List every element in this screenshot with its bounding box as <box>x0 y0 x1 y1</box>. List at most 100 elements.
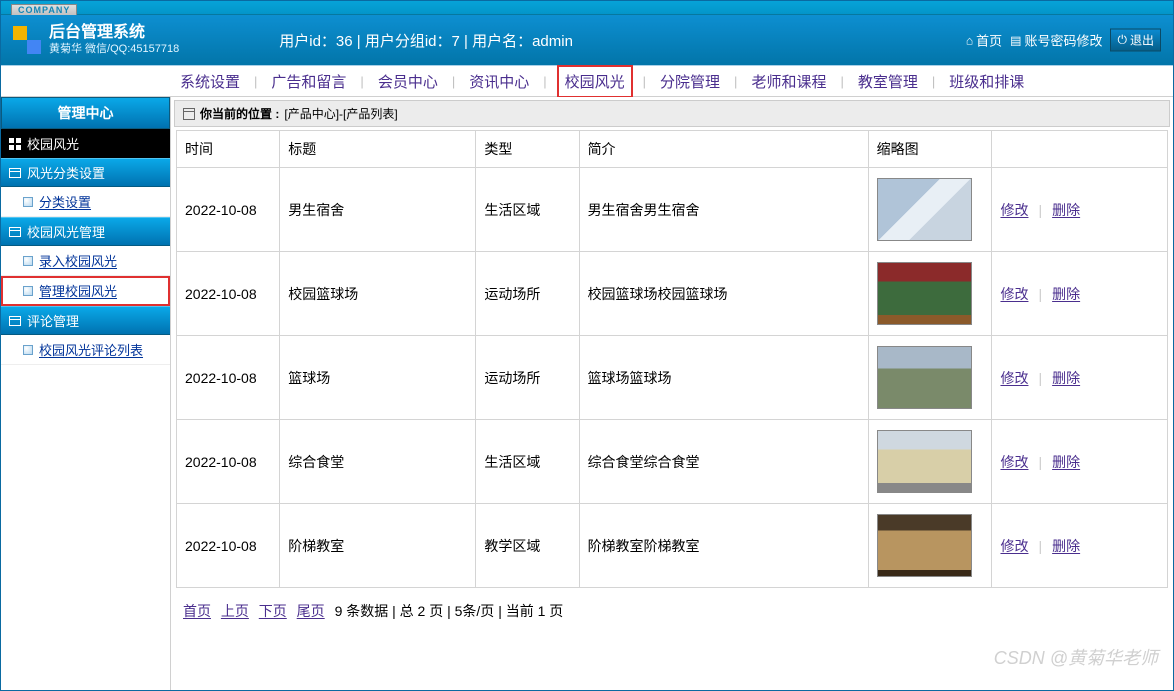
pager-next[interactable]: 下页 <box>259 603 287 619</box>
sidebar-group-header[interactable]: 风光分类设置 <box>1 158 170 187</box>
edit-link[interactable]: 修改 <box>1000 202 1028 218</box>
folder-icon <box>9 168 21 178</box>
cell-time: 2022-10-08 <box>177 504 280 588</box>
topnav-item[interactable]: 广告和留言 <box>267 71 350 92</box>
cell-intro: 综合食堂综合食堂 <box>579 420 868 504</box>
topnav-item[interactable]: 系统设置 <box>176 71 244 92</box>
folder-icon <box>9 227 21 237</box>
cell-intro: 阶梯教室阶梯教室 <box>579 504 868 588</box>
bullet-icon <box>23 197 33 207</box>
table-row: 2022-10-08综合食堂生活区域综合食堂综合食堂修改|删除 <box>177 420 1168 504</box>
account-link[interactable]: ▤账号密码修改 <box>1010 31 1102 50</box>
topnav-item[interactable]: 校园风光 <box>557 65 633 98</box>
cell-time: 2022-10-08 <box>177 168 280 252</box>
sidebar-current-label: 校园风光 <box>27 134 79 153</box>
logout-icon: ⏻ <box>1117 33 1127 48</box>
cell-actions: 修改|删除 <box>992 504 1168 588</box>
cell-intro: 校园篮球场校园篮球场 <box>579 252 868 336</box>
separator: | <box>1028 370 1052 386</box>
table-row: 2022-10-08校园篮球场运动场所校园篮球场校园篮球场 修改|删除 <box>177 252 1168 336</box>
thumbnail-image <box>877 178 972 241</box>
sidebar-link[interactable]: 录入校园风光 <box>39 251 117 270</box>
sidebar-link[interactable]: 管理校园风光 <box>39 281 117 300</box>
logout-button[interactable]: ⏻退出 <box>1110 29 1161 52</box>
grid-icon <box>9 138 21 150</box>
user-info: 用户id：36 | 用户分组id：7 | 用户名：admin <box>279 30 573 51</box>
pager-last[interactable]: 尾页 <box>297 603 325 619</box>
thumbnail-image <box>877 346 972 409</box>
edit-link[interactable]: 修改 <box>1000 286 1028 302</box>
column-header: 简介 <box>579 131 868 168</box>
table-row: 2022-10-08阶梯教室教学区域阶梯教室阶梯教室修改|删除 <box>177 504 1168 588</box>
delete-link[interactable]: 删除 <box>1052 286 1080 302</box>
cell-thumbnail <box>868 252 992 336</box>
column-header: 时间 <box>177 131 280 168</box>
delete-link[interactable]: 删除 <box>1052 538 1080 554</box>
sidebar-link[interactable]: 校园风光评论列表 <box>39 340 143 359</box>
cell-time: 2022-10-08 <box>177 336 280 420</box>
sidebar-group-header[interactable]: 校园风光管理 <box>1 217 170 246</box>
header: 后台管理系统 黄菊华 微信/QQ:45157718 用户id：36 | 用户分组… <box>1 15 1173 65</box>
home-link[interactable]: ⌂首页 <box>966 31 1002 50</box>
topnav-item[interactable]: 会员中心 <box>374 71 442 92</box>
home-icon: ⌂ <box>966 33 973 47</box>
delete-link[interactable]: 删除 <box>1052 202 1080 218</box>
cell-actions: 修改|删除 <box>992 252 1168 336</box>
sidebar: 管理中心 校园风光 风光分类设置分类设置校园风光管理录入校园风光管理校园风光评论… <box>1 97 171 690</box>
topnav-item[interactable]: 班级和排课 <box>945 71 1028 92</box>
titlebar: COMPANY <box>1 1 1173 15</box>
breadcrumb: 你当前的位置 : [产品中心]-[产品列表] <box>174 100 1170 127</box>
cell-thumbnail <box>868 504 992 588</box>
topnav-item[interactable]: 资讯中心 <box>465 71 533 92</box>
sidebar-link[interactable]: 分类设置 <box>39 192 91 211</box>
topnav-item[interactable]: 分院管理 <box>656 71 724 92</box>
pager-prev[interactable]: 上页 <box>221 603 249 619</box>
cell-thumbnail <box>868 420 992 504</box>
separator: | <box>1028 286 1052 302</box>
separator: | <box>360 74 363 89</box>
pager-info: 9 条数据 | 总 2 页 | 5条/页 | 当前 1 页 <box>335 603 564 619</box>
separator: | <box>840 74 843 89</box>
bullet-icon <box>23 256 33 266</box>
cell-actions: 修改|删除 <box>992 420 1168 504</box>
cell-title: 男生宿舍 <box>280 168 476 252</box>
sidebar-item[interactable]: 分类设置 <box>1 187 170 217</box>
bullet-icon <box>23 345 33 355</box>
edit-link[interactable]: 修改 <box>1000 454 1028 470</box>
edit-link[interactable]: 修改 <box>1000 370 1028 386</box>
cell-thumbnail <box>868 336 992 420</box>
thumbnail-image <box>877 514 972 577</box>
cell-intro: 男生宿舍男生宿舍 <box>579 168 868 252</box>
separator: | <box>1028 202 1052 218</box>
sidebar-item[interactable]: 管理校园风光 <box>1 276 170 306</box>
table-row: 2022-10-08男生宿舍生活区域男生宿舍男生宿舍修改|删除 <box>177 168 1168 252</box>
sidebar-item[interactable]: 校园风光评论列表 <box>1 335 170 365</box>
topnav-item[interactable]: 老师和课程 <box>747 71 830 92</box>
cell-actions: 修改|删除 <box>992 336 1168 420</box>
delete-link[interactable]: 删除 <box>1052 370 1080 386</box>
cell-title: 篮球场 <box>280 336 476 420</box>
topnav-item[interactable]: 教室管理 <box>854 71 922 92</box>
thumbnail-image <box>877 262 972 325</box>
separator: | <box>254 74 257 89</box>
cell-title: 校园篮球场 <box>280 252 476 336</box>
cell-type: 运动场所 <box>476 336 579 420</box>
cell-type: 生活区域 <box>476 420 579 504</box>
cell-type: 运动场所 <box>476 252 579 336</box>
main-area: 你当前的位置 : [产品中心]-[产品列表] 时间标题类型简介缩略图 2022-… <box>171 97 1173 690</box>
cell-time: 2022-10-08 <box>177 252 280 336</box>
separator: | <box>1028 538 1052 554</box>
sidebar-group-header[interactable]: 评论管理 <box>1 306 170 335</box>
data-table: 时间标题类型简介缩略图 2022-10-08男生宿舍生活区域男生宿舍男生宿舍修改… <box>176 130 1168 588</box>
cell-thumbnail <box>868 168 992 252</box>
top-nav: 系统设置|广告和留言|会员中心|资讯中心|校园风光|分院管理|老师和课程|教室管… <box>1 65 1173 97</box>
sidebar-item[interactable]: 录入校园风光 <box>1 246 170 276</box>
bullet-icon <box>23 286 33 296</box>
sidebar-current[interactable]: 校园风光 <box>1 129 170 158</box>
delete-link[interactable]: 删除 <box>1052 454 1080 470</box>
pager-first[interactable]: 首页 <box>183 603 211 619</box>
sidebar-title: 管理中心 <box>1 97 170 129</box>
separator: | <box>932 74 935 89</box>
table-row: 2022-10-08篮球场运动场所篮球场篮球场修改|删除 <box>177 336 1168 420</box>
edit-link[interactable]: 修改 <box>1000 538 1028 554</box>
